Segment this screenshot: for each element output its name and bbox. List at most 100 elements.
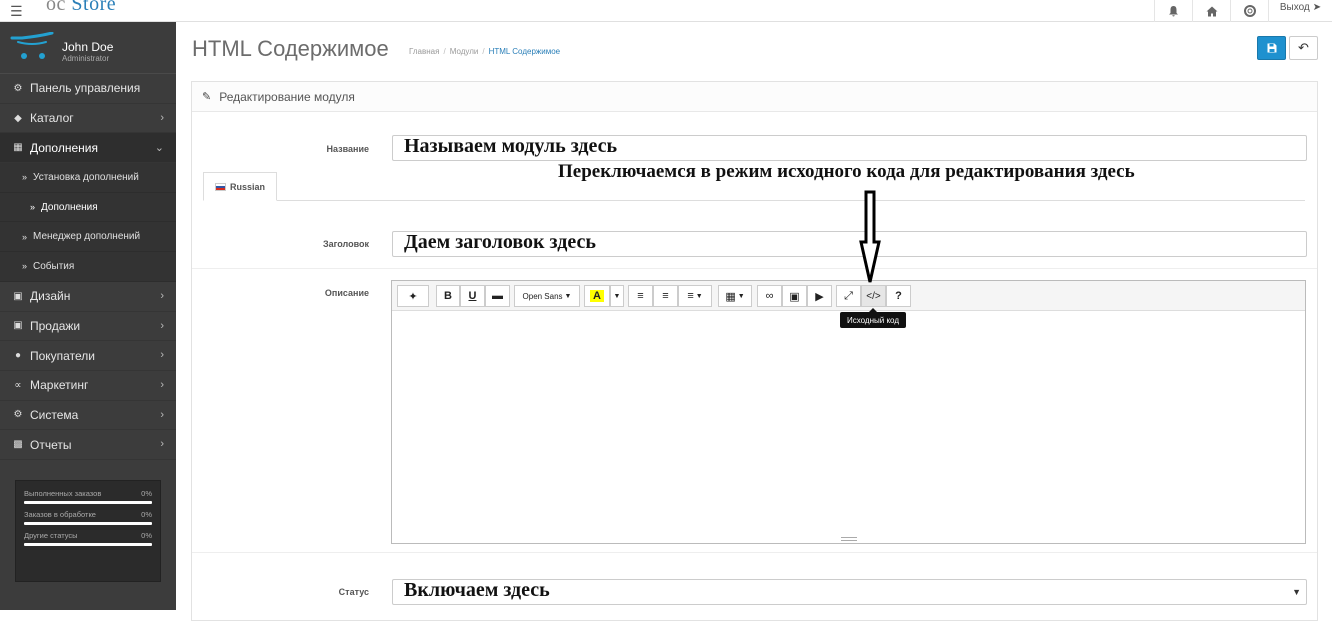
highlight-color-dropdown[interactable]: ▼ [610,285,624,307]
bar-chart-icon: ▩ [13,439,23,451]
logout-icon: ➤ [1312,2,1322,13]
unordered-list-button[interactable]: ≡ [628,285,653,307]
puzzle-icon: ▦ [13,142,23,154]
underline-button[interactable]: U [460,285,485,307]
highlight-color-button[interactable]: A [584,285,610,307]
logout-label: Выход [1279,2,1310,13]
clear-format-button[interactable]: ▬ [485,285,510,307]
underline-icon: U [468,290,477,302]
top-actions: Выход ➤ [1154,0,1332,22]
lifebuoy-icon[interactable] [1230,0,1268,22]
opencart-logo-icon [10,32,54,59]
bold-button[interactable]: B [436,285,460,307]
help-button[interactable]: ? [886,285,911,307]
editor-content-area[interactable] [392,312,1305,537]
breadcrumb: Главная / Модули / HTML Содержимое [409,47,560,56]
tag-icon: ◆ [14,112,22,124]
annotation-heading-hint: Даем заголовок здесь [404,231,596,253]
home-icon[interactable] [1192,0,1230,22]
breadcrumb-separator: / [443,47,446,56]
sidebar-subitem-manager[interactable]: » Менеджер дополнений [0,222,176,253]
user-name: John Doe [62,40,114,54]
sidebar-item-customers[interactable]: ● Покупатели › [0,341,176,371]
annotation-status-hint: Включаем здесь [404,579,550,601]
sidebar-item-system[interactable]: ⚙ Система › [0,401,176,431]
sidebar-subitem-label: Менеджер дополнений [33,231,141,243]
sidebar-item-label: Дизайн [30,289,71,304]
insert-link-button[interactable]: ∞ [757,285,782,307]
style-magic-button[interactable]: ✦ [397,285,429,307]
annotation-arrow-icon [859,190,881,283]
hamburger-icon[interactable]: ☰ [10,3,23,20]
main-content: HTML Содержимое Главная / Модули / HTML … [176,22,1332,621]
chevron-right-icon: › [160,378,164,391]
stat-label: Выполненных заказов [24,489,102,498]
panel-heading: ✎ Редактирование модуля [192,82,1317,112]
back-button[interactable]: ↶ [1289,36,1318,60]
link-icon: ∞ [765,290,774,302]
double-chevron-icon: » [22,231,28,242]
top-navbar: ☰ oc Store Выход ➤ [0,0,1332,22]
sidebar-item-label: Отчеты [30,437,72,452]
sidebar-item-dashboard[interactable]: ⚙ Панель управления [0,74,176,104]
paragraph-align-dropdown[interactable]: ≡ ▼ [678,285,712,307]
sidebar-item-label: Система [30,407,79,422]
breadcrumb-separator: / [482,47,485,56]
table-icon: ▦ [725,290,736,303]
sidebar: John Doe Administrator ⚙ Панель управлен… [0,22,176,610]
dashboard-icon: ⚙ [13,82,23,94]
image-icon: ▣ [789,290,800,303]
user-icon: ● [14,350,22,362]
stat-processing: Заказов в обработке 0% [24,510,152,525]
tab-russian[interactable]: Russian [203,172,277,201]
user-profile[interactable]: John Doe Administrator [0,22,176,74]
insert-image-button[interactable]: ▣ [782,285,807,307]
logout-button[interactable]: Выход ➤ [1268,0,1332,22]
save-icon [1267,43,1276,53]
sidebar-item-catalog[interactable]: ◆ Каталог › [0,104,176,134]
align-left-icon: ≡ [687,290,694,302]
list-bullet-icon: ≡ [637,290,644,302]
sidebar-item-marketing[interactable]: ∝ Маркетинг › [0,371,176,401]
sidebar-subitem-extensions[interactable]: » Дополнения [0,192,176,223]
sidebar-subitem-install[interactable]: » Установка дополнений [0,163,176,193]
cog-icon: ⚙ [13,409,23,421]
sidebar-item-label: Дополнения [30,140,98,155]
codeview-button[interactable]: </> [861,285,886,307]
sidebar-item-sales[interactable]: ▣ Продажи › [0,312,176,342]
breadcrumb-home[interactable]: Главная [409,47,439,56]
bell-icon[interactable] [1154,0,1192,22]
divider [192,552,1317,553]
logo-prefix: oc [46,0,66,15]
fullscreen-button[interactable]: ⤢ [836,285,861,307]
panel-title: Редактирование модуля [219,89,355,104]
ordered-list-button[interactable]: ≡ [653,285,678,307]
table-dropdown[interactable]: ▦ ▼ [718,285,752,307]
sidebar-item-extensions[interactable]: ▦ Дополнения ⌄ [0,133,176,164]
save-button[interactable] [1257,36,1286,60]
sidebar-subitem-events[interactable]: » События [0,252,176,282]
stat-value: 0% [141,510,152,519]
caret-down-icon: ▼ [1292,587,1301,597]
insert-video-button[interactable]: ▶ [807,285,832,307]
sidebar-item-reports[interactable]: ▩ Отчеты › [0,430,176,460]
breadcrumb-modules[interactable]: Модули [450,47,479,56]
pencil-icon: ✎ [202,91,212,103]
chevron-right-icon: › [160,111,164,124]
heading-label: Заголовок [322,239,369,249]
resize-handle[interactable] [841,537,857,541]
double-chevron-icon: » [30,202,36,213]
stat-other: Другие статусы 0% [24,531,152,546]
tab-label: Russian [229,181,265,192]
logo[interactable]: oc Store [46,0,116,16]
codeview-tooltip: Исходный код [840,308,906,328]
breadcrumb-current[interactable]: HTML Содержимое [489,47,561,56]
font-name-dropdown[interactable]: Open Sans ▼ [514,285,580,307]
sidebar-item-label: Покупатели [30,348,95,363]
sidebar-item-design[interactable]: ▣ Дизайн › [0,282,176,312]
help-icon: ? [895,290,902,302]
russia-flag-icon [214,182,226,191]
caret-down-icon: ▼ [737,292,745,300]
video-icon: ▶ [815,290,824,303]
sidebar-item-label: Маркетинг [30,378,89,393]
